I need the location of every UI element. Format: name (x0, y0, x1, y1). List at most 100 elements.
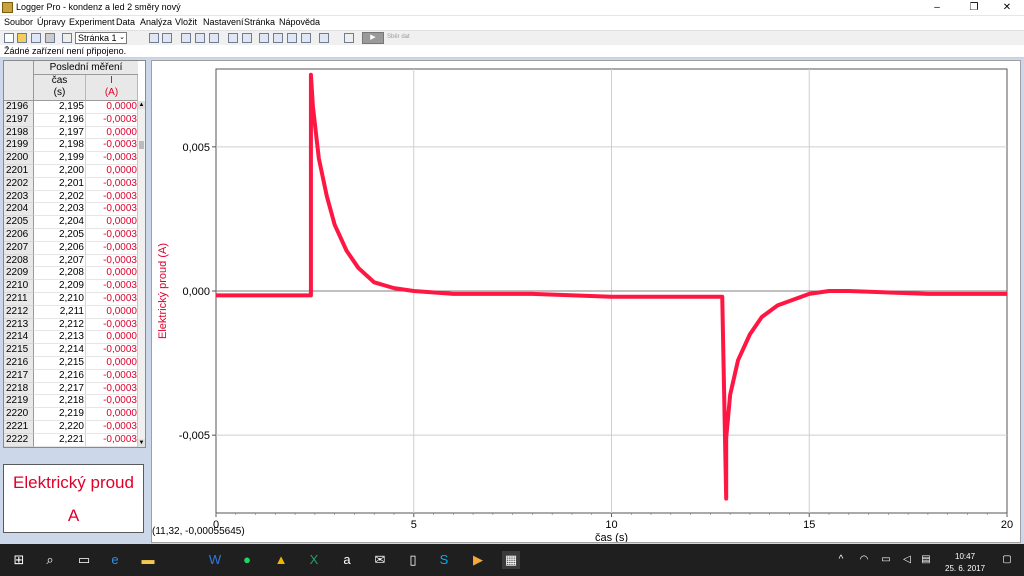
amazon-icon[interactable]: a (338, 551, 356, 569)
row-index: 2203 (4, 190, 34, 204)
column-current-label: I (110, 75, 113, 86)
table-row[interactable]: 2216 2,215 0,0000 (4, 356, 138, 370)
scroll-up-icon[interactable]: ▲ (138, 101, 145, 109)
save-icon[interactable] (31, 33, 41, 43)
volume-icon[interactable]: ◁ (898, 551, 916, 569)
collect-button[interactable]: ▶ (362, 32, 384, 44)
wifi-icon[interactable]: ◠ (855, 551, 873, 569)
scroll-thumb[interactable] (139, 141, 144, 149)
linear-fit-icon[interactable] (287, 33, 297, 43)
table-row[interactable]: 2199 2,198 -0,0003 (4, 139, 138, 153)
task-view-icon[interactable]: ▭ (75, 551, 93, 569)
menu-upravy[interactable]: Úpravy (37, 17, 66, 27)
row-index: 2218 (4, 382, 34, 396)
table-row[interactable]: 2220 2,219 0,0000 (4, 408, 138, 421)
file-explorer-icon[interactable]: ▬ (139, 551, 157, 569)
next-page-icon[interactable] (149, 33, 159, 43)
table-scrollbar[interactable]: ▲ ▼ (137, 101, 145, 447)
table-row[interactable]: 2211 2,210 -0,0003 (4, 292, 138, 306)
time-cell: 2,213 (34, 331, 86, 345)
print-icon[interactable] (45, 33, 55, 43)
sensor-setup-icon[interactable] (344, 33, 354, 43)
windows-start-icon[interactable]: ⊞ (10, 551, 28, 569)
table-row[interactable]: 2214 2,213 0,0000 (4, 331, 138, 345)
media-player-icon[interactable]: ▶ (469, 551, 487, 569)
google-drive-icon[interactable]: ▲ (272, 551, 290, 569)
tangent-icon[interactable] (242, 33, 252, 43)
statistics-icon[interactable] (273, 33, 283, 43)
table-row[interactable]: 2212 2,211 0,0000 (4, 305, 138, 319)
restore-button[interactable]: ❐ (957, 0, 991, 15)
table-row[interactable]: 2202 2,201 -0,0003 (4, 177, 138, 191)
table-row[interactable]: 2215 2,214 -0,0003 (4, 344, 138, 357)
menu-stranka[interactable]: Stránka (244, 17, 275, 27)
meter-display[interactable]: Elektrický proud A (3, 464, 144, 533)
table-row[interactable]: 2219 2,218 -0,0003 (4, 395, 138, 409)
page-select[interactable]: Stránka 1 ⌄ (75, 32, 127, 44)
table-row[interactable]: 2197 2,196 -0,0003 (4, 113, 138, 127)
minimize-button[interactable]: – (920, 0, 954, 15)
table-row[interactable]: 2213 2,212 -0,0003 (4, 318, 138, 332)
time-cell: 2,210 (34, 292, 86, 306)
examine-icon[interactable] (228, 33, 238, 43)
current-cell: -0,0003 (86, 203, 138, 217)
table-row[interactable]: 2204 2,203 -0,0003 (4, 203, 138, 217)
show-hidden-icons-icon[interactable]: ^ (832, 551, 850, 569)
table-row[interactable]: 2207 2,206 -0,0003 (4, 241, 138, 255)
column-header-time[interactable]: čas (s) (34, 75, 86, 101)
menu-experiment[interactable]: Experiment (69, 17, 115, 27)
menu-soubor[interactable]: Soubor (4, 17, 33, 27)
page-list-icon[interactable] (162, 33, 172, 43)
current-graph[interactable]: 0 5 10 15 20-0,0050,0000,005čas (s)Elektrick… (152, 61, 1020, 544)
table-row[interactable]: 2203 2,202 -0,0003 (4, 190, 138, 204)
word-icon[interactable]: W (206, 551, 224, 569)
time-cell: 2,218 (34, 395, 86, 409)
new-file-icon[interactable] (4, 33, 14, 43)
table-row[interactable]: 2206 2,205 -0,0003 (4, 228, 138, 242)
menu-vlozit[interactable]: Vložit (175, 17, 197, 27)
table-row[interactable]: 2208 2,207 -0,0003 (4, 254, 138, 268)
curve-fit-icon[interactable] (301, 33, 311, 43)
clock-time[interactable]: 10:47 (955, 552, 975, 561)
menu-analyza[interactable]: Analýza (140, 17, 172, 27)
mail-icon[interactable]: ✉ (371, 551, 389, 569)
scroll-down-icon[interactable]: ▼ (138, 439, 145, 447)
integral-icon[interactable] (259, 33, 269, 43)
menu-napoveda[interactable]: Nápověda (279, 17, 320, 27)
zoom-out-icon[interactable] (209, 33, 219, 43)
graph-panel[interactable]: 0 5 10 15 20 -0,005 0,000 0,005 čas (s) Elektrick… (151, 60, 1021, 544)
table-row[interactable]: 2217 2,216 -0,0003 (4, 369, 138, 383)
battery-icon[interactable]: ▭ (877, 551, 895, 569)
prev-page-icon[interactable] (62, 33, 72, 43)
table-row[interactable]: 2196 2,195 0,0000 (4, 101, 138, 114)
edge-browser-icon[interactable]: e (106, 551, 124, 569)
spotify-icon[interactable]: ● (238, 551, 256, 569)
clock-date[interactable]: 25. 6. 2017 (945, 564, 985, 573)
document-icon[interactable]: ▯ (404, 551, 422, 569)
search-icon[interactable]: ⌕ (41, 551, 59, 569)
x-tick-label: 20 (1001, 519, 1013, 531)
table-row[interactable]: 2222 2,221 -0,0003 (4, 433, 138, 447)
open-folder-icon[interactable] (17, 33, 27, 43)
skype-icon[interactable]: S (435, 551, 453, 569)
zoom-in-icon[interactable] (195, 33, 205, 43)
menu-data[interactable]: Data (116, 17, 135, 27)
logger-pro-taskbar-icon[interactable]: ▦ (502, 551, 520, 569)
table-row[interactable]: 2210 2,209 -0,0003 (4, 280, 138, 293)
notification-icon[interactable]: ▢ (998, 551, 1016, 569)
table-row[interactable]: 2209 2,208 0,0000 (4, 267, 138, 281)
table-row[interactable]: 2201 2,200 0,0000 (4, 164, 138, 178)
close-button[interactable]: ✕ (990, 0, 1024, 15)
keyboard-icon[interactable]: ▤ (917, 551, 935, 569)
autoscale-icon[interactable] (181, 33, 191, 43)
table-row[interactable]: 2218 2,217 -0,0003 (4, 382, 138, 396)
column-header-current[interactable]: I (A) (86, 75, 138, 101)
data-table[interactable]: Poslední měření čas (s) I (A) 2196 2,195 0… (3, 60, 146, 448)
table-row[interactable]: 2221 2,220 -0,0003 (4, 420, 138, 434)
menu-nastaveni[interactable]: Nastavení (203, 17, 244, 27)
replay-icon[interactable] (319, 33, 329, 43)
table-row[interactable]: 2205 2,204 0,0000 (4, 216, 138, 229)
excel-icon[interactable]: X (305, 551, 323, 569)
table-row[interactable]: 2198 2,197 0,0000 (4, 126, 138, 140)
table-row[interactable]: 2200 2,199 -0,0003 (4, 152, 138, 165)
